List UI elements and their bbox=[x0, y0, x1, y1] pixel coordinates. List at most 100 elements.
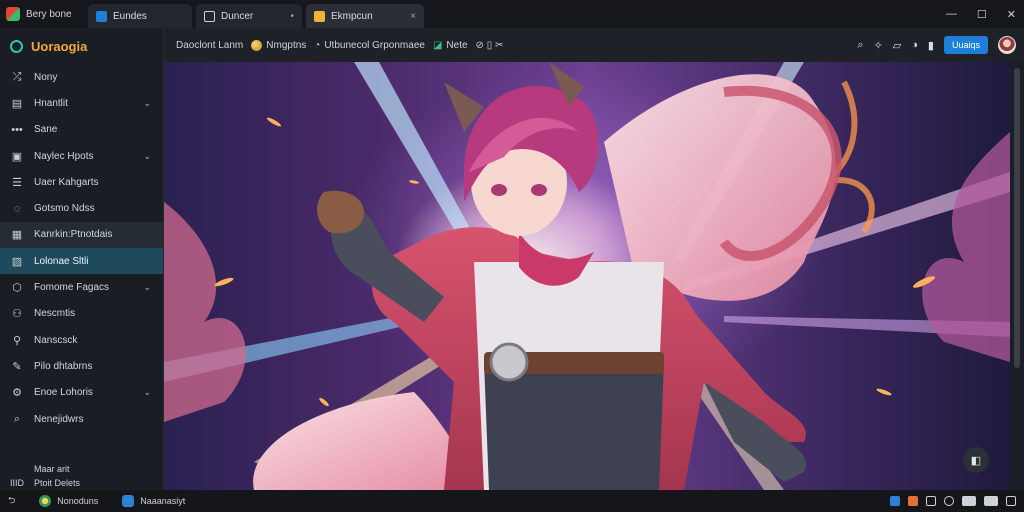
card-icon: ▦ bbox=[11, 229, 23, 242]
breadcrumb-item[interactable]: Daoclont Lanm bbox=[176, 40, 243, 51]
sidebar-item-hnantlit[interactable]: ▤ Hnantlit ⌄ bbox=[0, 90, 163, 116]
scrollbar-thumb[interactable] bbox=[1014, 68, 1020, 368]
taskbar-item-nonoduns[interactable]: Nonoduns bbox=[39, 495, 98, 507]
sidebar-item-fomome-fagacs[interactable]: ⬡ Fomome Fagacs ⌄ bbox=[0, 274, 163, 300]
tab-label: Eundes bbox=[113, 10, 147, 22]
footer-label: Ptoit Delets bbox=[34, 478, 81, 488]
tray-app-icon[interactable] bbox=[890, 496, 900, 506]
cloud-icon bbox=[96, 10, 107, 22]
chevron-down-icon: ⌄ bbox=[143, 150, 151, 161]
sidebar-item-nony[interactable]: ⤮ Nony bbox=[0, 64, 163, 90]
tray-app-icon[interactable] bbox=[908, 496, 918, 506]
notification-icon[interactable] bbox=[1006, 496, 1016, 506]
sidebar-item-label: Uaer Kahgarts bbox=[34, 176, 99, 188]
browser-icon bbox=[39, 495, 52, 507]
tab-eundes[interactable]: Eundes bbox=[88, 4, 192, 28]
tab-label: Ekmpcun bbox=[331, 10, 373, 22]
start-button[interactable]: ⮌ bbox=[8, 493, 15, 509]
sidebar-brand[interactable]: Uoraogia bbox=[0, 28, 163, 64]
coin-icon bbox=[251, 39, 263, 51]
sidebar-item-label: Pilo dhtabrns bbox=[34, 360, 93, 372]
sidebar-item-nanscsck[interactable]: ⚲ Nanscsck bbox=[0, 327, 163, 353]
sidebar-footer: Maar arit IIID Ptoit Delets bbox=[0, 462, 164, 490]
system-tray bbox=[890, 490, 1016, 512]
tools-icon[interactable]: ✧ bbox=[874, 39, 883, 52]
tab-ekmpcun[interactable]: Ekmpcun × bbox=[306, 4, 424, 28]
sidebar-item-gotsmo-ndss[interactable]: ◌ Gotsmo Ndss bbox=[0, 195, 163, 221]
breadcrumb-item[interactable]: ◪ Nete bbox=[433, 40, 468, 51]
sidebar: Uoraogia ⤮ Nony ▤ Hnantlit ⌄ ••• Sane ▣ … bbox=[0, 28, 164, 490]
chevron-down-icon: ⌄ bbox=[143, 387, 151, 398]
tray-app-icon[interactable] bbox=[926, 496, 936, 506]
list-icon: ☰ bbox=[12, 176, 22, 189]
upgrade-button[interactable]: Uuaiqs bbox=[943, 36, 988, 54]
edit-icon[interactable]: ▱ bbox=[893, 39, 901, 52]
window-controls: — ☐ ✕ bbox=[946, 0, 1016, 28]
title-bar: Bery bone Eundes Duncer • Ekmpcun × — ☐ … bbox=[0, 0, 1024, 28]
sidebar-item-enoe-lohoris[interactable]: ⚙ Enoe Lohoris ⌄ bbox=[0, 380, 163, 406]
contrast-icon[interactable]: ◑ bbox=[911, 39, 918, 51]
brand-name: Uoraogia bbox=[31, 38, 88, 54]
sidebar-item-nenejidwrs[interactable]: ⌕ Nenejidwrs bbox=[0, 406, 163, 432]
maximize-button[interactable]: ☐ bbox=[977, 8, 987, 21]
sidebar-nav: ⤮ Nony ▤ Hnantlit ⌄ ••• Sane ▣ Naylec Hp… bbox=[0, 64, 163, 432]
close-icon[interactable]: × bbox=[410, 11, 416, 22]
toolbar: Daoclont Lanm Nmgptns ◔ Utbunecol Grponm… bbox=[164, 28, 1024, 62]
app-logo-icon bbox=[6, 7, 20, 21]
tray-app-icon[interactable] bbox=[962, 496, 976, 506]
chevron-down-icon: ⌄ bbox=[143, 97, 151, 108]
avatar[interactable] bbox=[998, 36, 1016, 54]
sidebar-item-label: Kanrkin:Ptnotdais bbox=[34, 229, 113, 241]
breadcrumb-label: Daoclont Lanm bbox=[176, 39, 244, 51]
vertical-scrollbar[interactable] bbox=[1010, 62, 1024, 490]
close-window-button[interactable]: ✕ bbox=[1007, 8, 1016, 21]
sidebar-item-pilo-dhtabrns[interactable]: ✎ Pilo dhtabrns bbox=[0, 353, 163, 379]
compass-icon bbox=[10, 39, 23, 53]
shuffle-icon: ⤮ bbox=[12, 70, 22, 83]
sidebar-item-label: Nescmtis bbox=[34, 308, 76, 320]
book-icon: ▤ bbox=[11, 97, 23, 110]
settings-icon: ⚙ bbox=[12, 387, 22, 400]
toolbar-extra-icons[interactable]: ⊘ ▯ ✂ bbox=[476, 40, 504, 51]
tray-app-icon[interactable] bbox=[944, 496, 954, 506]
tab-duncer[interactable]: Duncer • bbox=[196, 4, 302, 28]
book-icon[interactable]: ▮ bbox=[928, 39, 934, 52]
photo-icon: ▨ bbox=[11, 255, 23, 268]
breadcrumb-item[interactable]: ◔ Utbunecol Grponmaee bbox=[314, 40, 425, 51]
sidebar-item-uaer-kahgarts[interactable]: ☰ Uaer Kahgarts bbox=[0, 169, 163, 195]
tray-app-icon[interactable] bbox=[984, 496, 998, 506]
return-icon: ⮌ bbox=[8, 495, 16, 505]
dots-icon: ••• bbox=[11, 123, 23, 136]
sidebar-item-label: Lolonae Sltli bbox=[34, 255, 89, 267]
sidebar-footer-line1[interactable]: Maar arit bbox=[10, 462, 164, 476]
sidebar-item-label: Gotsmo Ndss bbox=[34, 203, 95, 215]
shield-icon: ⬡ bbox=[12, 282, 22, 295]
toolbar-actions: ⌕ ✧ ▱ ◑ ▮ Uuaiqs bbox=[857, 28, 1016, 62]
gallery-icon[interactable]: ◧ bbox=[963, 447, 989, 473]
sidebar-item-label: Naylec Hpots bbox=[34, 150, 94, 162]
wrench-icon: ✎ bbox=[12, 360, 22, 373]
clock-icon: ◔ bbox=[314, 39, 321, 51]
sidebar-item-label: Nenejidwrs bbox=[34, 413, 84, 425]
window-icon bbox=[122, 495, 135, 507]
sidebar-item-label: Nanscsck bbox=[34, 334, 78, 346]
sidebar-item-nescmtis[interactable]: ⚇ Nescmtis bbox=[0, 301, 163, 327]
minimize-button[interactable]: — bbox=[946, 8, 957, 20]
sidebar-item-lolonae-sltli[interactable]: ▨ Lolonae Sltli bbox=[0, 248, 163, 275]
sidebar-item-kanrkin[interactable]: ▦ Kanrkin:Ptnotdais bbox=[0, 221, 163, 249]
breadcrumb-item[interactable]: Nmgptns bbox=[251, 39, 306, 51]
breadcrumb-label: Nete bbox=[446, 39, 468, 51]
sidebar-footer-line2[interactable]: IIID Ptoit Delets bbox=[10, 476, 164, 490]
taskbar-item-naaanasiyt[interactable]: Naaanasiyt bbox=[122, 495, 185, 507]
app-name: Bery bone bbox=[26, 8, 72, 20]
footer-label: Maar arit bbox=[34, 464, 70, 474]
artwork-canvas[interactable] bbox=[164, 62, 1010, 490]
chevron-down-icon: ⌄ bbox=[143, 282, 151, 293]
edit-icon: ◪ bbox=[432, 39, 443, 51]
sidebar-item-naylec-hpots[interactable]: ▣ Naylec Hpots ⌄ bbox=[0, 143, 163, 169]
tab-menu-dot[interactable]: • bbox=[290, 11, 294, 22]
sidebar-item-label: Nony bbox=[34, 71, 58, 83]
sidebar-item-sane[interactable]: ••• Sane bbox=[0, 117, 163, 143]
search-icon[interactable]: ⌕ bbox=[857, 39, 863, 52]
footer-icon: IIID bbox=[10, 478, 25, 488]
